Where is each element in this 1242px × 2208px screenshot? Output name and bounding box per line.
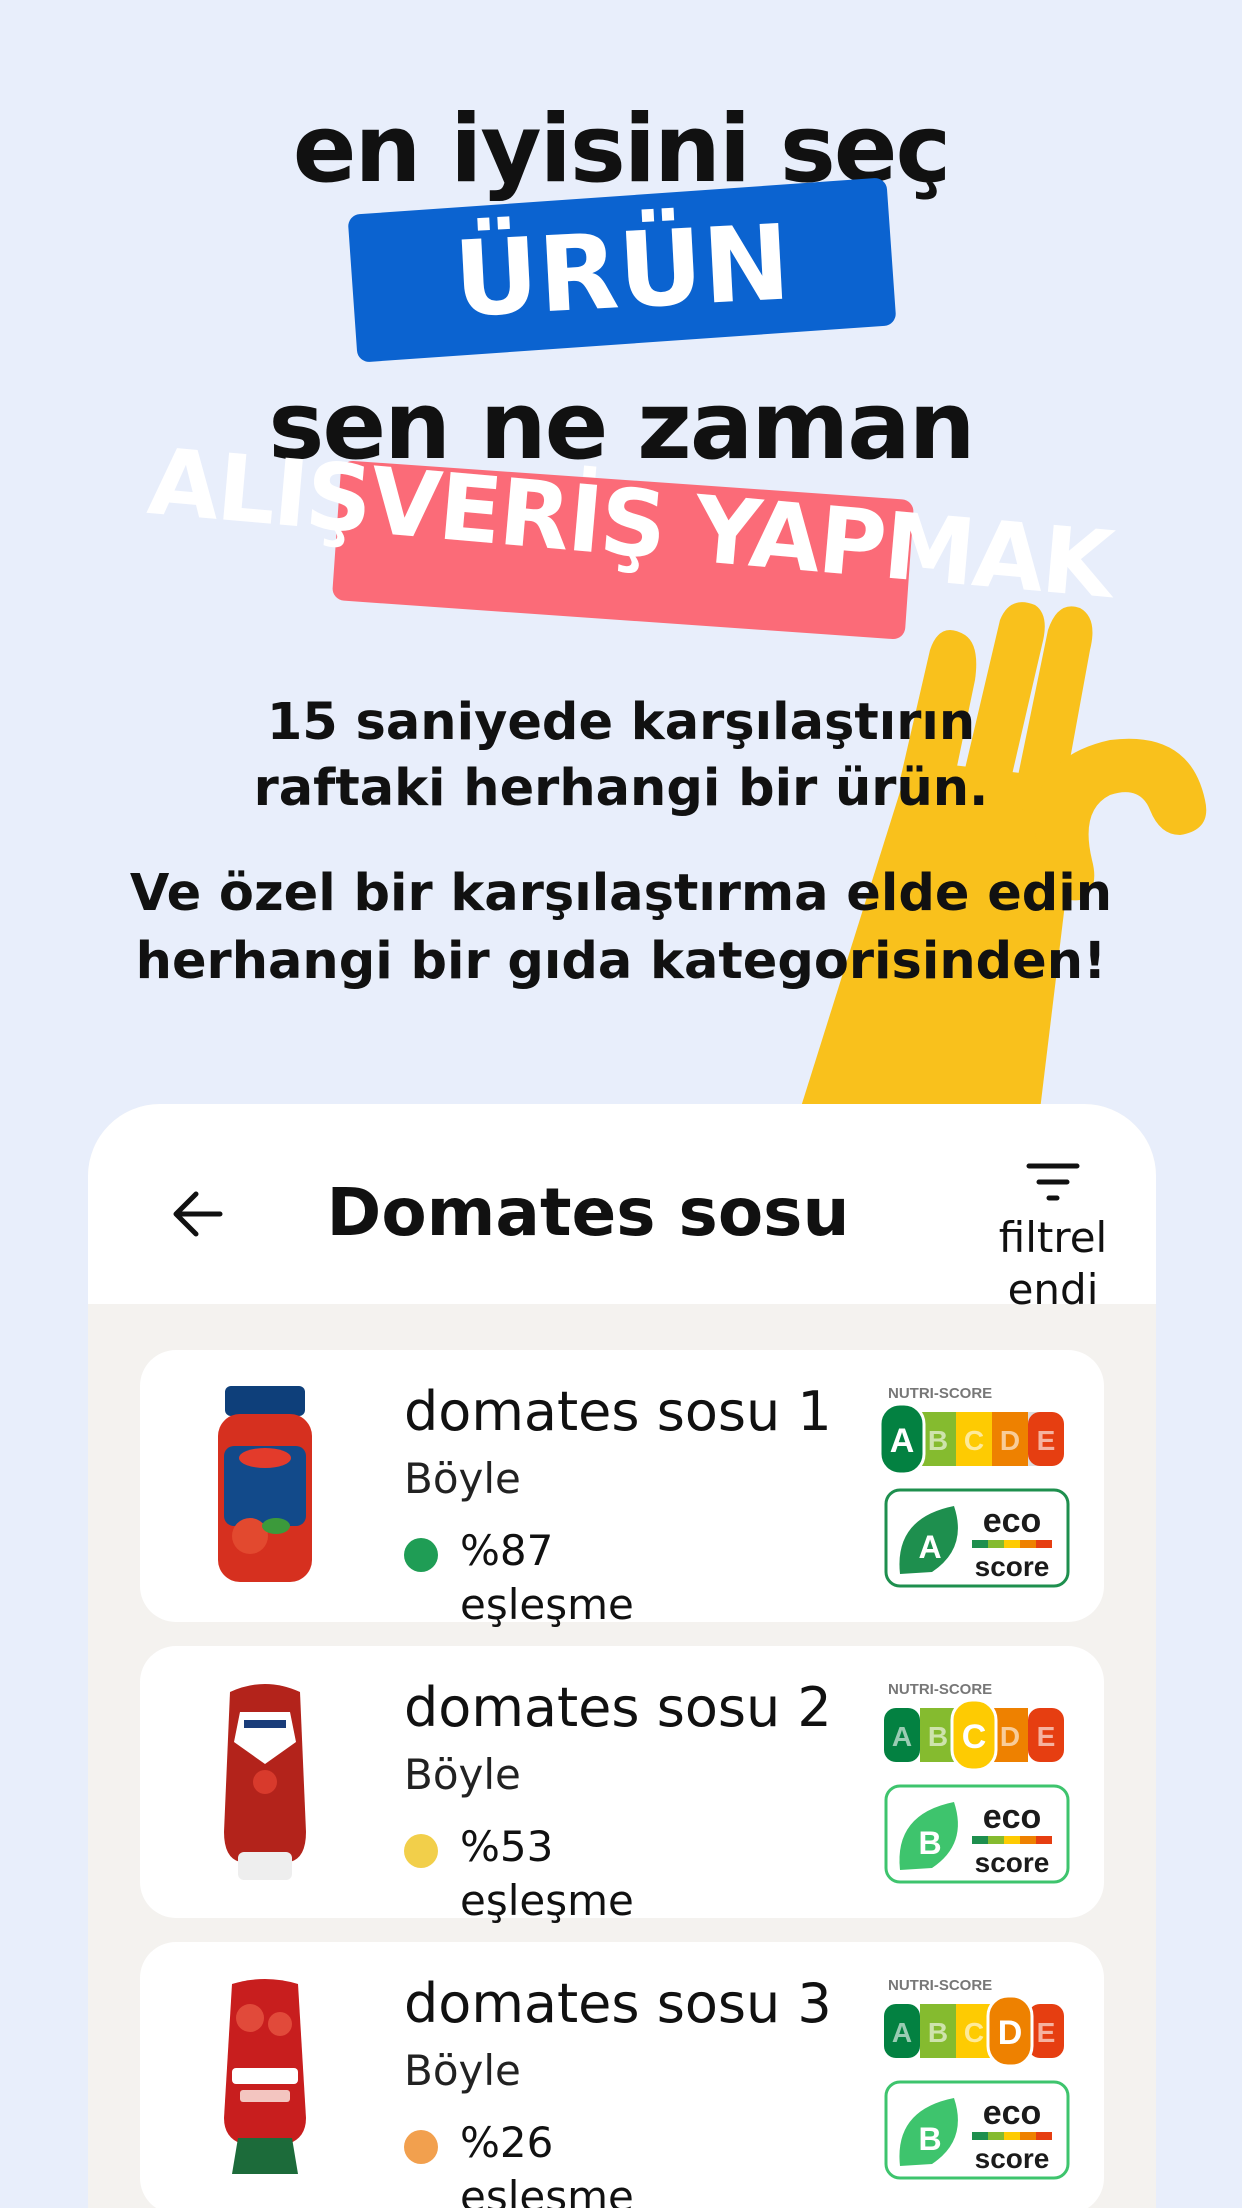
nutri-score-badge: NUTRI-SCORE A B C D E: [884, 1977, 1064, 2066]
eco-word: eco: [983, 1798, 1042, 1836]
svg-text:A: A: [892, 1721, 912, 1752]
score-word: score: [975, 1551, 1050, 1582]
product-image-jar: [218, 1386, 312, 1582]
product-name: domates sosu 1: [404, 1380, 832, 1443]
eco-grade-letter: A: [918, 1529, 941, 1565]
score-word: score: [975, 2143, 1050, 2174]
headline-line-1: en iyisini seç: [292, 95, 952, 204]
screen-header: Domates sosu filtrelendi: [88, 1104, 1156, 1314]
subtitle-block-1: 15 saniyede karşılaştırın raftaki herhan…: [0, 690, 1242, 822]
match-percentage: %87 eşleşme: [460, 1526, 634, 1629]
svg-text:E: E: [1037, 2017, 1056, 2048]
nutri-score-label: NUTRI-SCORE: [888, 1681, 992, 1698]
product-image-bottle: [224, 1684, 306, 1880]
eco-grade-letter: B: [918, 2121, 941, 2157]
eco-score-badge: B eco score: [884, 2080, 1070, 2180]
product-card[interactable]: domates sosu 1 Böyle %87 eşleşme NUTRI-S…: [140, 1350, 1104, 1629]
product-brand: Böyle: [404, 1454, 521, 1503]
svg-text:E: E: [1037, 1721, 1056, 1752]
screen-title: Domates sosu: [326, 1174, 850, 1251]
svg-text:D: D: [1000, 1721, 1020, 1752]
svg-text:D: D: [1000, 1425, 1020, 1456]
product-brand: Böyle: [404, 2046, 521, 2095]
eco-grade-letter: B: [918, 1825, 941, 1861]
match-indicator-dot: [404, 1834, 438, 1868]
nutri-score-label: NUTRI-SCORE: [888, 1385, 992, 1402]
match-percentage: %26 eşleşme: [460, 2118, 634, 2208]
nutri-grade-letter: C: [962, 1718, 987, 1756]
filter-icon: [1026, 1163, 1080, 1201]
hand-illustration: [800, 602, 1207, 1110]
subtitle-line-4: herhangi bir gıda kategorisinden!: [135, 932, 1107, 991]
svg-text:A: A: [892, 2017, 912, 2048]
svg-text:B: B: [928, 1721, 948, 1752]
score-word: score: [975, 1847, 1050, 1878]
match-indicator-dot: [404, 1538, 438, 1572]
back-arrow-icon[interactable]: [168, 1184, 228, 1244]
subtitle-line-3: Ve özel bir karşılaştırma elde edin: [129, 864, 1113, 923]
filter-button[interactable]: filtrelendi: [968, 1160, 1138, 1314]
product-image-squeeze-bottle: [224, 1979, 306, 2174]
eco-word: eco: [983, 2094, 1042, 2132]
svg-text:B: B: [928, 1425, 948, 1456]
nutri-score-badge: NUTRI-SCORE A B C D E: [880, 1385, 1064, 1474]
eco-score-badge: B eco score: [884, 1784, 1070, 1884]
nutri-score-label: NUTRI-SCORE: [888, 1977, 992, 1994]
match-indicator-dot: [404, 2130, 438, 2164]
nutri-grade-letter: A: [890, 1422, 915, 1460]
eco-word: eco: [983, 1502, 1042, 1540]
subtitle-block-2: Ve özel bir karşılaştırma elde edin herh…: [0, 860, 1242, 996]
eco-score-badge: A eco score: [884, 1488, 1070, 1588]
nutri-grade-letter: D: [998, 2014, 1023, 2052]
subtitle-line-2: raftaki herhangi bir ürün.: [253, 759, 989, 818]
filter-label: filtrelendi: [998, 1213, 1108, 1314]
match-percentage: %53 eşleşme: [460, 1822, 634, 1925]
nutri-score-badge: NUTRI-SCORE A B C D E: [884, 1681, 1064, 1770]
svg-text:E: E: [1037, 1425, 1056, 1456]
product-name: domates sosu 3: [404, 1972, 832, 2035]
product-card[interactable]: domates sosu 2 Böyle %53 eşleşme NUTRI-S…: [140, 1646, 1104, 1925]
svg-text:C: C: [964, 2017, 984, 2048]
svg-text:B: B: [928, 2017, 948, 2048]
phone-screen: Domates sosu filtrelendi domates sosu 1 …: [88, 1104, 1156, 2208]
product-brand: Böyle: [404, 1750, 521, 1799]
product-card[interactable]: domates sosu 3 Böyle %26 eşleşme NUTRI-S…: [140, 1942, 1104, 2208]
svg-text:C: C: [964, 1425, 984, 1456]
product-name: domates sosu 2: [404, 1676, 832, 1739]
subtitle-line-1: 15 saniyede karşılaştırın: [266, 693, 976, 752]
